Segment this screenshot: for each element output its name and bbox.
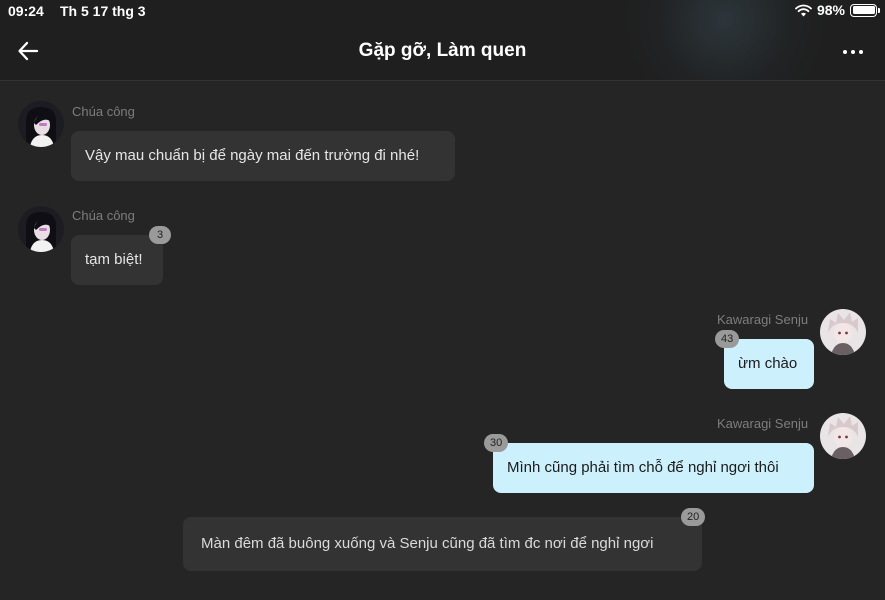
- message-sender-name: Kawaragi Senju: [717, 416, 809, 431]
- message-bubble[interactable]: Vậy mau chuẩn bị để ngày mai đến trường …: [71, 131, 455, 181]
- message-bubble[interactable]: Mình cũng phải tìm chỗ để nghỉ ngơi thôi: [493, 443, 814, 493]
- message-bubble[interactable]: tạm biệt!: [71, 235, 163, 285]
- comment-count-badge[interactable]: 43: [715, 330, 740, 348]
- top-bar: 09:24 Th 5 17 thg 3 98% Gặp gỡ, Làm quen: [0, 0, 885, 81]
- comment-count-badge[interactable]: 3: [149, 226, 171, 244]
- comment-count-badge[interactable]: 20: [681, 508, 706, 526]
- battery-percent: 98%: [816, 2, 845, 18]
- message-sender-name: Chúa công: [72, 104, 135, 119]
- avatar-chua-cong[interactable]: [18, 206, 64, 252]
- message-bubble[interactable]: ừm chào: [724, 339, 814, 389]
- status-time: 09:24: [8, 3, 44, 19]
- battery-icon: [850, 3, 880, 17]
- character-avatar-icon: [18, 206, 64, 252]
- ellipsis-icon: [843, 50, 863, 54]
- message-sender-name: Chúa công: [72, 208, 135, 223]
- character-avatar-icon: [820, 413, 866, 459]
- more-options-button[interactable]: [841, 42, 865, 62]
- comment-count-badge[interactable]: 30: [484, 434, 509, 452]
- avatar-chua-cong[interactable]: [18, 101, 64, 147]
- avatar-kawaragi-senju[interactable]: [820, 309, 866, 355]
- avatar-kawaragi-senju[interactable]: [820, 413, 866, 459]
- status-right: 98%: [795, 2, 880, 18]
- message-sender-name: Kawaragi Senju: [717, 312, 809, 327]
- wifi-icon: [795, 4, 812, 16]
- page-title: Gặp gỡ, Làm quen: [358, 40, 527, 61]
- narration-bubble[interactable]: Màn đêm đã buông xuống và Senju cũng đã …: [183, 517, 702, 571]
- character-avatar-icon: [18, 101, 64, 147]
- status-date: Th 5 17 thg 3: [60, 3, 146, 19]
- character-avatar-icon: [820, 309, 866, 355]
